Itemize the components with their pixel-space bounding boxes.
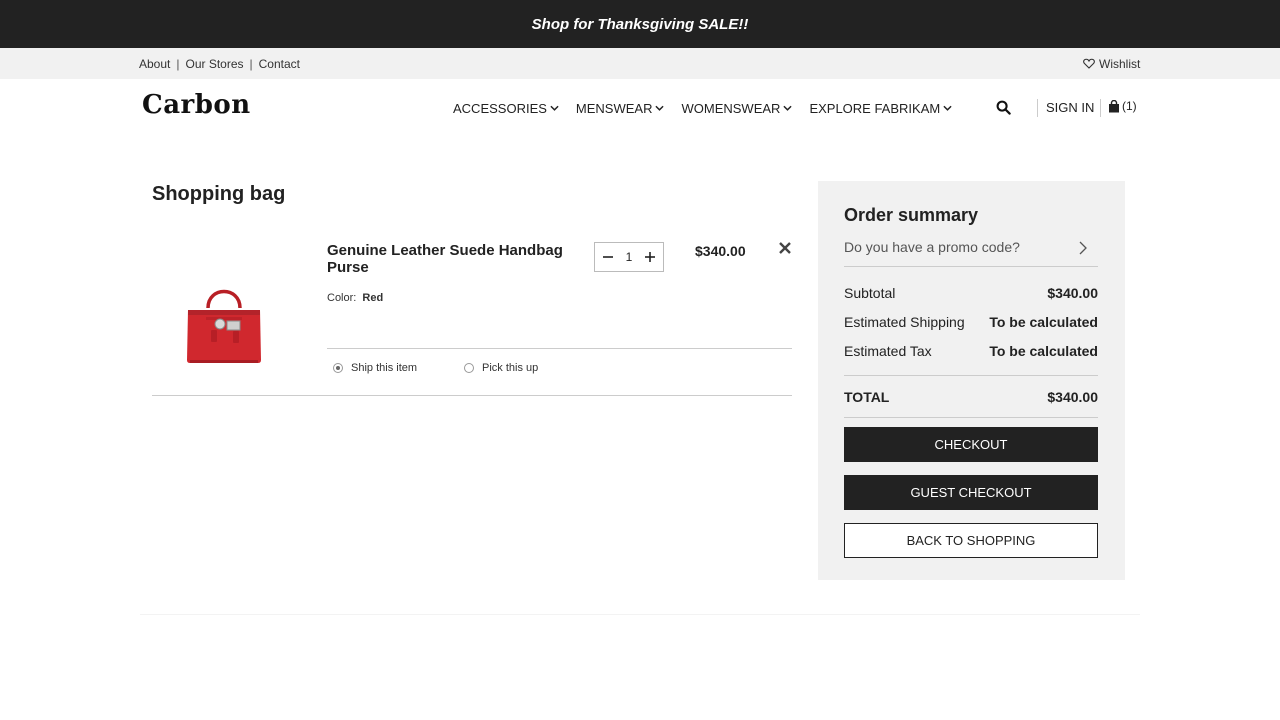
divider xyxy=(844,417,1098,418)
nav-menswear[interactable]: MENSWEAR xyxy=(576,101,665,116)
shipping-value: To be calculated xyxy=(989,314,1098,330)
divider xyxy=(844,375,1098,376)
bag-count: (1) xyxy=(1122,99,1137,113)
subtotal-value: $340.00 xyxy=(1047,285,1098,301)
our-stores-link[interactable]: Our Stores xyxy=(185,57,243,71)
main-nav: ACCESSORIES MENSWEAR WOMENSWEAR EXPLORE … xyxy=(453,98,969,118)
wishlist-link[interactable]: Wishlist xyxy=(1083,48,1140,79)
nav-accessories[interactable]: ACCESSORIES xyxy=(453,101,559,116)
nav-label: EXPLORE FABRIKAM xyxy=(809,100,941,116)
nav-explore-fabrikam[interactable]: EXPLORE FABRIKAM xyxy=(809,101,952,116)
guest-checkout-button[interactable]: GUEST CHECKOUT xyxy=(844,475,1098,510)
back-to-shopping-button[interactable]: BACK TO SHOPPING xyxy=(844,523,1098,558)
increase-quantity-button[interactable] xyxy=(641,248,659,266)
utility-links: About | Our Stores | Contact xyxy=(139,48,300,79)
brand-logo[interactable]: Carbon xyxy=(142,90,251,120)
header-divider xyxy=(1037,99,1038,117)
minus-icon xyxy=(603,256,613,258)
chevron-right-icon xyxy=(1079,241,1087,255)
close-icon xyxy=(779,242,791,254)
promo-expand[interactable] xyxy=(1079,241,1087,260)
ship-label: Ship this item xyxy=(351,362,418,374)
nav-womenswear[interactable]: WOMENSWEAR xyxy=(681,100,793,116)
sign-in-link[interactable]: SIGN IN xyxy=(1046,100,1094,115)
decrease-quantity-button[interactable] xyxy=(599,248,617,266)
chevron-down-icon xyxy=(783,105,793,111)
quantity-stepper: 1 xyxy=(594,242,664,272)
search-icon xyxy=(996,100,1011,115)
tax-label: Estimated Tax xyxy=(844,343,932,359)
ship-radio[interactable] xyxy=(333,363,343,373)
link-separator: | xyxy=(249,56,253,71)
page-title: Shopping bag xyxy=(152,183,286,205)
nav-label: WOMENSWEAR xyxy=(681,100,781,116)
promo-banner[interactable]: Shop for Thanksgiving SALE!! xyxy=(0,0,1280,48)
quantity-value[interactable]: 1 xyxy=(626,250,633,264)
remove-item-button[interactable] xyxy=(778,241,792,260)
color-label: Color: xyxy=(327,292,357,304)
divider xyxy=(844,266,1098,267)
total-label: TOTAL xyxy=(844,389,890,405)
product-color: Color: Red xyxy=(327,292,383,304)
search-button[interactable] xyxy=(996,100,1011,120)
item-price: $340.00 xyxy=(695,243,746,259)
total-row: TOTAL $340.00 xyxy=(844,389,1098,405)
promo-code-toggle[interactable]: Do you have a promo code? xyxy=(844,239,1020,255)
product-image[interactable] xyxy=(184,284,264,366)
link-separator: | xyxy=(176,56,180,71)
total-value: $340.00 xyxy=(1047,389,1098,405)
product-name[interactable]: Genuine Leather Suede Handbag Purse xyxy=(327,242,567,276)
divider xyxy=(327,348,792,349)
wishlist-label: Wishlist xyxy=(1099,56,1141,71)
footer-divider xyxy=(140,614,1140,615)
pickup-label: Pick this up xyxy=(482,362,539,374)
shopping-bag-icon xyxy=(1109,99,1119,112)
divider xyxy=(152,395,792,396)
shipping-row: Estimated Shipping To be calculated xyxy=(844,314,1098,330)
chevron-down-icon xyxy=(655,105,665,111)
about-link[interactable]: About xyxy=(139,57,170,71)
pickup-radio[interactable] xyxy=(464,363,474,373)
nav-label: ACCESSORIES xyxy=(453,100,547,116)
color-value: Red xyxy=(362,292,384,304)
tax-row: Estimated Tax To be calculated xyxy=(844,343,1098,359)
shipping-label: Estimated Shipping xyxy=(844,314,965,330)
chevron-down-icon xyxy=(550,105,559,111)
utility-bar: About | Our Stores | Contact Wishlist xyxy=(0,48,1280,79)
order-summary: Order summary Do you have a promo code? … xyxy=(818,181,1125,580)
checkout-button[interactable]: CHECKOUT xyxy=(844,427,1098,462)
handbag-image xyxy=(187,289,261,363)
subtotal-row: Subtotal $340.00 xyxy=(844,285,1098,301)
chevron-down-icon xyxy=(943,105,952,111)
heart-icon xyxy=(1083,58,1095,69)
nav-label: MENSWEAR xyxy=(575,100,653,116)
tax-value: To be calculated xyxy=(989,343,1098,359)
pickup-option[interactable]: Pick this up xyxy=(464,362,538,374)
contact-link[interactable]: Contact xyxy=(259,57,300,71)
plus-icon xyxy=(645,252,655,262)
subtotal-label: Subtotal xyxy=(844,285,896,301)
summary-title: Order summary xyxy=(844,205,979,225)
header-divider xyxy=(1100,99,1101,117)
shopping-bag-button[interactable]: (1) xyxy=(1108,99,1137,113)
ship-option[interactable]: Ship this item xyxy=(333,362,417,374)
